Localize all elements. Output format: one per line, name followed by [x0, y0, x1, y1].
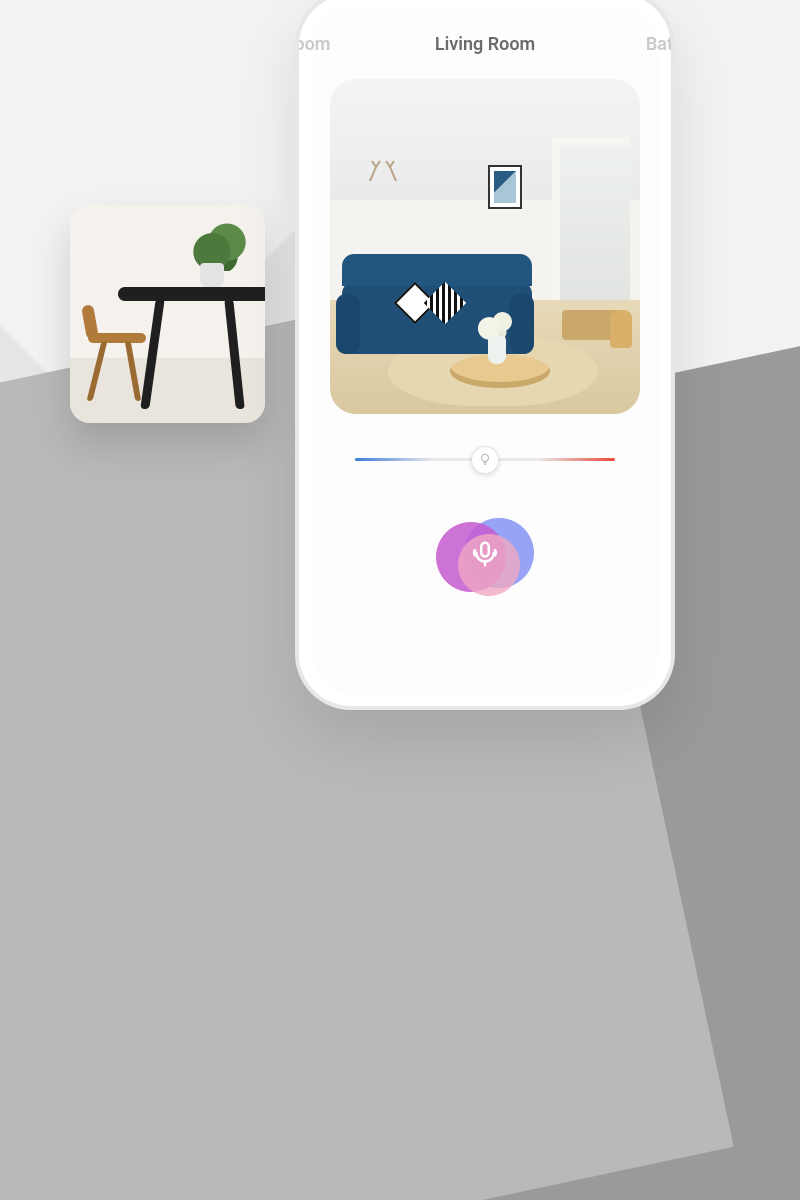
phone-screen: Room Living Room Bat — [311, 6, 659, 694]
table-top — [118, 287, 265, 301]
room-thumbnail-card[interactable] — [70, 205, 265, 423]
tab-prev[interactable]: Room — [295, 34, 330, 55]
sofa-arm — [336, 294, 360, 354]
vase-icon — [488, 336, 506, 364]
chair-seat — [88, 333, 146, 343]
slider-thumb[interactable] — [471, 446, 499, 474]
phone-frame: Room Living Room Bat — [295, 0, 675, 710]
bulb-icon — [478, 451, 492, 470]
room-tabs: Room Living Room Bat — [311, 34, 659, 55]
room-photo[interactable] — [330, 79, 640, 414]
tab-next[interactable]: Bat — [646, 34, 673, 55]
wall-art — [488, 165, 522, 209]
photo-window — [552, 137, 630, 317]
voice-button[interactable] — [430, 516, 540, 596]
microphone-icon — [470, 539, 500, 569]
tab-current[interactable]: Living Room — [435, 34, 535, 55]
temperature-slider[interactable] — [355, 448, 615, 472]
plant-pot-icon — [200, 263, 224, 289]
dining-chair — [610, 310, 632, 348]
antler-icon — [366, 157, 400, 183]
